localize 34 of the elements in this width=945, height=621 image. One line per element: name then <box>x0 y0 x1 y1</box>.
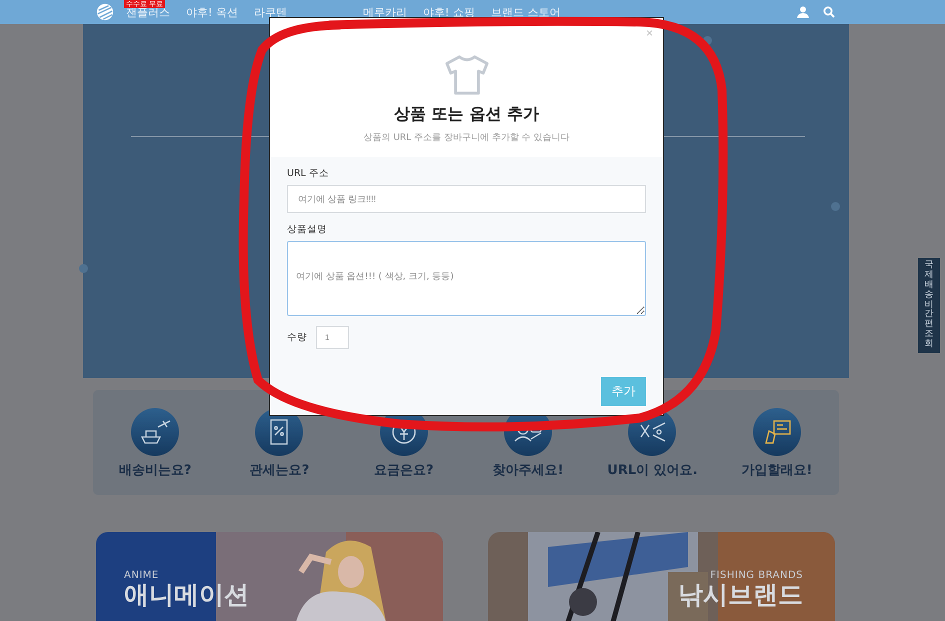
nav-link[interactable]: 야후! 쇼핑 <box>422 6 475 18</box>
close-button[interactable]: × <box>646 26 653 40</box>
nav-link[interactable]: 메루카리 <box>362 6 407 18</box>
tshirt-icon <box>444 54 490 96</box>
nav-link[interactable]: 잰플러스 <box>126 6 170 18</box>
shortcut-label[interactable]: 배송비는요? <box>118 460 192 478</box>
nav-link[interactable]: 야후! 옥션 <box>186 6 238 18</box>
search-icon[interactable] <box>823 6 835 18</box>
category-banner[interactable]: ANIME 애니메이션 <box>96 532 443 621</box>
dialog-title: 상품 또는 옵션 추가 <box>394 104 539 125</box>
dialog-subtitle: 상품의 URL 주소를 장바구니에 추가할 수 있습니다 <box>363 132 570 144</box>
field-label: 수량 <box>287 331 307 344</box>
category-banner[interactable]: FISHING BRANDS 낚시브랜드 <box>488 532 835 621</box>
shortcut-label[interactable]: 요금은요? <box>374 460 434 478</box>
banner-title: 낚시브랜드 <box>678 581 803 608</box>
shortcut-label[interactable]: URL이 있어요. <box>607 460 698 478</box>
service-icon[interactable] <box>130 406 180 456</box>
quantity-field[interactable]: 1 <box>316 326 349 349</box>
banner-subtitle: ANIME <box>124 570 160 581</box>
field-label: 상품설명 <box>287 223 328 236</box>
field-label: URL 주소 <box>287 167 330 180</box>
description-field[interactable]: 여기에 상품 옵션!!! ( 색상, 크기, 등등) <box>287 241 646 316</box>
shortcut-label[interactable]: 관세는요? <box>250 460 310 478</box>
logo-icon[interactable] <box>96 3 114 21</box>
add-button[interactable]: 추가 <box>601 377 646 406</box>
nav-link[interactable]: 라쿠텐 <box>254 6 287 18</box>
shortcut-label[interactable]: 찾아주세요! <box>492 460 564 478</box>
shortcut-label[interactable]: 가입할래요! <box>741 460 812 478</box>
banner-subtitle: FISHING BRANDS <box>710 570 803 581</box>
banner-title: 애니메이션 <box>124 581 249 608</box>
shipping-cost-tab[interactable]: 국제배송비 간편조회 <box>918 258 940 354</box>
service-icon[interactable] <box>752 406 802 456</box>
user-icon[interactable] <box>797 6 809 18</box>
url-field[interactable]: 여기에 상품 링크!!!! <box>287 185 646 213</box>
